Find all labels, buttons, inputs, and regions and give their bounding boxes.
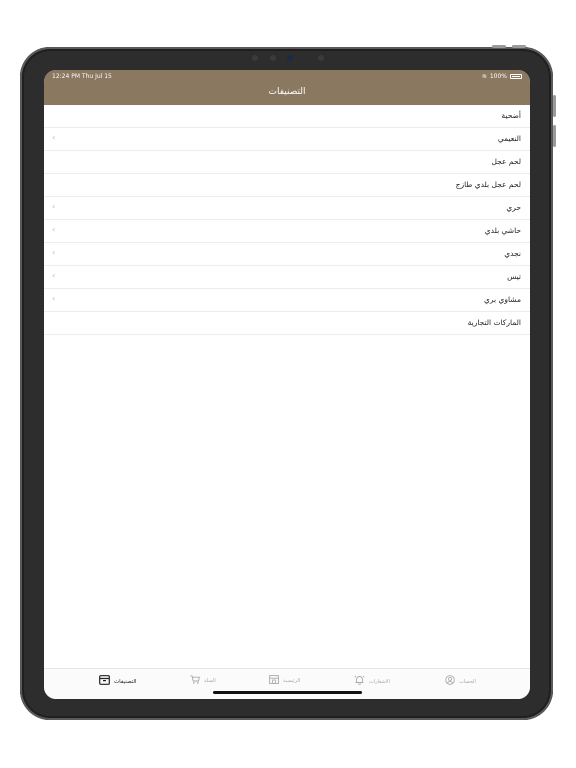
category-row[interactable]: حاشي بلدي ‹ [44,220,530,243]
tab-home-label: الرئيسية [283,678,301,684]
category-row[interactable]: أضحية [44,105,530,128]
chevron-left-icon: ‹ [52,271,56,280]
nav-header: 12:24 PM Thu Jul 15 ≋ 100% التصنيفات [44,70,530,105]
category-label: حري [506,203,521,212]
device-button [553,125,556,147]
tab-notifications[interactable]: الاشعارات [354,675,390,688]
tab-cart-label: السلة [204,678,216,684]
category-label: الماركات التجارية [467,318,521,327]
sensor-dot [252,55,258,61]
cart-icon [190,675,200,687]
tab-notifications-label: الاشعارات [369,678,390,685]
category-label: تيس [507,272,521,281]
category-row[interactable]: لحم عجل بلدي طازج [44,174,530,197]
category-row[interactable]: الماركات التجارية [44,312,530,335]
device-button [553,95,556,117]
chevron-left-icon: ‹ [52,202,56,211]
app-screen: 12:24 PM Thu Jul 15 ≋ 100% التصنيفات أضح… [44,70,530,699]
status-time: 12:24 PM Thu Jul 15 [52,73,112,80]
tab-categories[interactable]: التصنيفات [99,675,137,688]
chevron-left-icon: ‹ [52,225,56,234]
tab-account[interactable]: الحساب [445,675,476,688]
sensor-dot [318,55,324,61]
category-row[interactable]: لحم عجل [44,151,530,174]
category-label: النعيمي [497,134,521,143]
device-button [512,45,526,48]
category-row[interactable]: حري ‹ [44,197,530,220]
tab-cart[interactable]: السلة [190,675,216,687]
category-label: أضحية [501,111,521,120]
device-button [492,45,506,48]
chevron-left-icon: ‹ [52,294,56,303]
wifi-icon: ≋ [481,73,487,80]
tab-categories-label: التصنيفات [114,678,137,685]
category-row[interactable]: مشاوي بري ‹ [44,289,530,312]
page-title: التصنيفات [268,87,306,97]
bell-icon [354,675,365,688]
store-icon [269,675,279,687]
category-label: لحم عجل بلدي طازج [455,180,521,189]
battery-percent: 100% [489,73,507,80]
archive-box-icon [99,675,110,688]
tab-account-label: الحساب [459,678,476,685]
chevron-left-icon: ‹ [52,133,56,142]
home-indicator [213,691,362,694]
category-label: حاشي بلدي [484,226,521,235]
camera-lens [287,55,293,61]
category-row[interactable]: تيس ‹ [44,266,530,289]
category-label: لحم عجل [491,157,522,166]
status-indicators: ≋ 100% [482,73,522,80]
category-label: نجدي [504,249,521,258]
category-list: أضحية النعيمي ‹ لحم عجل لحم عجل بلدي طازج حري… [44,105,530,335]
category-label: مشاوي بري [484,295,521,304]
category-row[interactable]: النعيمي ‹ [44,128,530,151]
chevron-left-icon: ‹ [52,248,56,257]
category-row[interactable]: نجدي ‹ [44,243,530,266]
user-circle-icon [445,675,455,688]
tab-bar: التصنيفات السلة الرئيسية الاشعارات الحسا… [44,668,530,699]
tab-home[interactable]: الرئيسية [269,675,300,687]
battery-icon [510,74,522,79]
sensor-dot [270,55,276,61]
